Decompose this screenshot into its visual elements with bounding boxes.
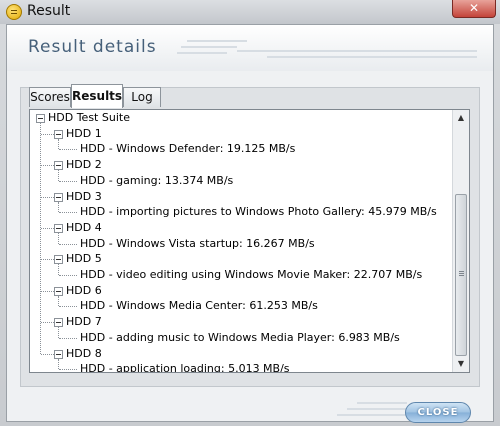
tree-group-label[interactable]: HDD 1: [66, 127, 102, 141]
results-tree[interactable]: HDD Test Suite HDD 1 HDD - Windows Defende…: [29, 109, 470, 373]
tab-panel: Scores Results Log HDD Test Suite HDD 1 HD…: [20, 84, 480, 387]
window-close-button[interactable]: ✕: [452, 0, 496, 18]
tree-result-item[interactable]: HDD - Windows Vista startup: 16.267 MB/s: [80, 237, 315, 251]
header-decoration: [177, 40, 477, 58]
window-title: Result: [27, 3, 71, 19]
tree-connector: [41, 227, 54, 229]
tree-result-item[interactable]: HDD - importing pictures to Windows Phot…: [80, 205, 437, 219]
title-bar[interactable]: Result ✕: [0, 0, 500, 24]
tree-group-label[interactable]: HDD 8: [66, 347, 102, 361]
tree-connector: [59, 275, 77, 276]
dialog-header: Result details: [7, 25, 493, 71]
tree-connector: [41, 196, 54, 198]
scroll-down-arrow-icon[interactable]: ▼: [453, 356, 469, 372]
tree-connector: [41, 353, 54, 355]
collapse-toggle-icon[interactable]: [54, 223, 63, 233]
scroll-up-arrow-icon[interactable]: ▲: [453, 110, 469, 126]
tab-log[interactable]: Log: [123, 87, 161, 107]
result-window: Result ✕ Result details Scores Results L…: [0, 0, 500, 426]
dialog-body: Result details Scores Results Log HDD Te…: [6, 24, 494, 423]
tree-result-item[interactable]: HDD - video editing using Windows Movie …: [80, 268, 422, 282]
tree-connector: [41, 165, 54, 167]
footer-decoration: [337, 402, 407, 416]
tree-connector: [41, 259, 54, 261]
collapse-toggle-icon[interactable]: [54, 255, 63, 265]
tab-scores[interactable]: Scores: [29, 87, 71, 107]
tree-group-label[interactable]: HDD 2: [66, 158, 102, 172]
tree-connector: [59, 212, 77, 214]
tree-root-label: HDD Test Suite: [48, 111, 130, 124]
tree-connector: [58, 295, 59, 307]
tree-connector: [58, 264, 59, 275]
collapse-toggle-icon[interactable]: [54, 318, 63, 328]
app-menu-icon[interactable]: [6, 4, 22, 20]
tree-result-item[interactable]: HDD - application loading: 5.013 MB/s: [80, 362, 290, 372]
tree-connector: [59, 369, 77, 371]
tree-connector: [58, 232, 59, 244]
tree-connector: [41, 133, 54, 135]
collapse-toggle-icon[interactable]: [54, 286, 63, 296]
tree-connector: [58, 138, 59, 150]
tree-group-label[interactable]: HDD 6: [66, 284, 102, 298]
collapse-toggle-icon[interactable]: [54, 129, 63, 139]
page-title: Result details: [28, 37, 157, 57]
tree-connector: [59, 149, 77, 151]
tree-connector: [41, 322, 54, 324]
tree-connector: [41, 290, 54, 292]
vertical-scrollbar[interactable]: ▲ ▼: [452, 110, 469, 372]
collapse-toggle-icon[interactable]: [54, 161, 63, 171]
tab-results[interactable]: Results: [71, 84, 123, 108]
tree-group-label[interactable]: HDD 5: [66, 252, 102, 266]
tree-group-label[interactable]: HDD 4: [66, 221, 102, 235]
close-button[interactable]: CLOSE: [405, 402, 471, 423]
tree-connector: [59, 337, 77, 339]
collapse-toggle-icon[interactable]: [54, 192, 63, 202]
tree-connector: [58, 170, 59, 181]
tree-connector: [58, 201, 59, 213]
tree-result-item[interactable]: HDD - Windows Defender: 19.125 MB/s: [80, 142, 295, 156]
tree-connector: [40, 123, 41, 354]
collapse-toggle-icon[interactable]: [36, 114, 45, 123]
tree-connector: [58, 358, 59, 370]
tree-connector: [59, 243, 77, 245]
collapse-toggle-icon[interactable]: [54, 349, 63, 359]
tree-connector: [58, 327, 59, 338]
tree-group-label[interactable]: HDD 3: [66, 190, 102, 204]
scrollbar-thumb[interactable]: [455, 194, 467, 356]
tree-result-item[interactable]: HDD - gaming: 13.374 MB/s: [80, 174, 233, 188]
tree-result-item[interactable]: HDD - adding music to Windows Media Play…: [80, 331, 400, 345]
tree-result-item[interactable]: HDD - Windows Media Center: 61.253 MB/s: [80, 299, 318, 313]
tree-group-label[interactable]: HDD 7: [66, 315, 102, 329]
tree-connector: [59, 306, 77, 308]
tree-connector: [59, 180, 77, 182]
